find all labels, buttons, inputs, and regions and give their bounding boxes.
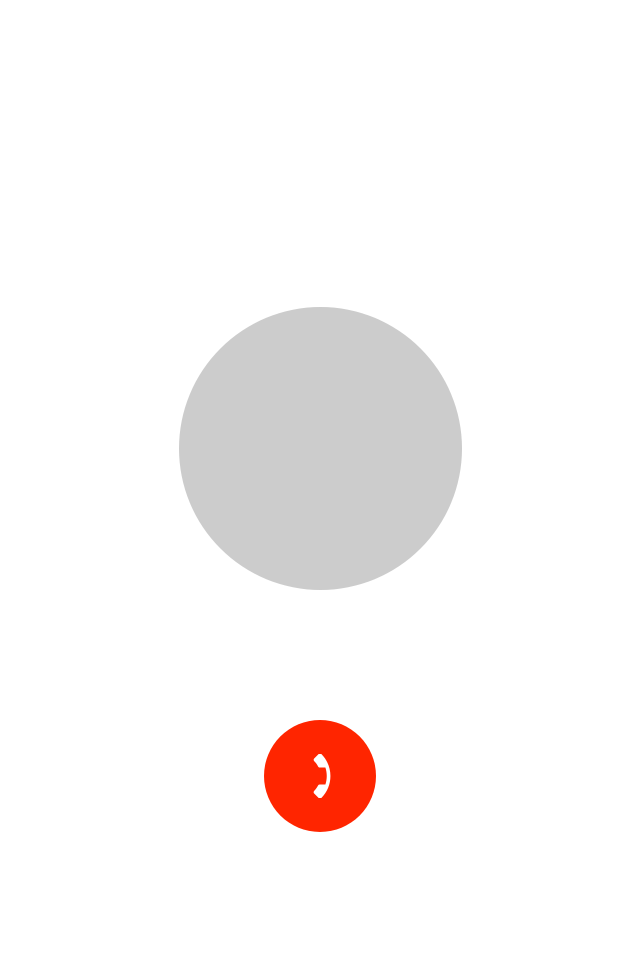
call-screen <box>0 0 640 960</box>
end-call-button[interactable] <box>264 720 376 832</box>
avatar <box>179 307 462 590</box>
phone-handset-icon <box>298 754 342 798</box>
